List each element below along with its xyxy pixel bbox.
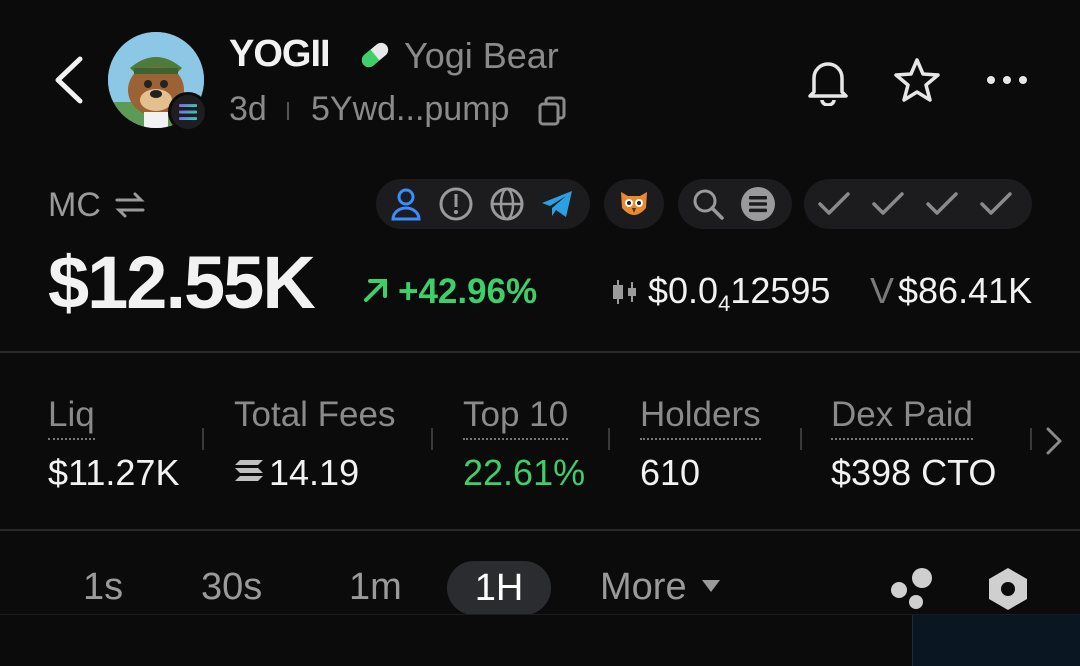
volume-label: V (870, 270, 895, 311)
social-links-chip (376, 179, 590, 229)
stat-value-dex-paid: $398 CTO (831, 452, 997, 493)
dev-icon[interactable] (388, 186, 424, 222)
swap-icon[interactable] (113, 190, 147, 220)
divider (431, 428, 433, 450)
warning-icon[interactable] (438, 186, 474, 222)
stats-next-button[interactable] (1044, 425, 1064, 457)
solana-coin-icon[interactable] (740, 186, 776, 222)
more-dots-icon (987, 76, 1027, 84)
chart-corner-panel (912, 615, 1080, 666)
settings-hex-icon (989, 568, 1027, 610)
price-zero-count: 4 (718, 291, 731, 317)
back-arrow-icon (55, 56, 83, 104)
divider (0, 351, 1080, 353)
stat-label-holders[interactable]: Holders (640, 395, 761, 440)
stat-label-liq[interactable]: Liq (48, 395, 95, 440)
stat-label-text: Liq (48, 395, 95, 440)
star-icon (894, 58, 940, 102)
divider (800, 428, 802, 450)
more-options-button[interactable] (984, 70, 1030, 90)
price-change: +42.96% (398, 272, 538, 311)
stat-label-top10[interactable]: Top 10 (463, 395, 569, 440)
stat-label-text: Top 10 (463, 395, 569, 440)
stat-value-total-fees: 14.19 (269, 452, 360, 493)
website-icon[interactable] (489, 186, 525, 222)
check-icon (980, 192, 1012, 215)
alert-button[interactable] (804, 56, 852, 107)
candle-icon (610, 278, 640, 306)
check-icon (872, 192, 904, 215)
stat-value-liq: $11.27K (48, 452, 180, 493)
divider (287, 102, 289, 120)
token-ticker: YOGII (229, 33, 331, 75)
bubble-map-icon (891, 568, 932, 609)
timeframe-more[interactable]: More (600, 566, 687, 609)
pill-icon (358, 40, 392, 70)
stat-label-total-fees: Total Fees (234, 395, 396, 434)
token-name: Yogi Bear (404, 35, 559, 76)
chevron-right-icon (1046, 427, 1062, 455)
contract-address[interactable]: 5Ywd...pump (311, 90, 509, 129)
stat-value-holders: 610 (640, 452, 701, 493)
bell-icon (808, 62, 848, 107)
check-icon (926, 192, 958, 215)
telegram-icon[interactable] (539, 186, 575, 222)
volume-value: $86.41K (898, 270, 1033, 311)
divider (0, 529, 1080, 531)
stat-value-top10: 22.61% (463, 452, 586, 493)
stat-label-text: Dex Paid (831, 395, 974, 440)
price-digits: 12595 (730, 270, 831, 311)
timeframe-1m[interactable]: 1m (349, 566, 402, 609)
token-price: $0.0412595 (648, 270, 830, 317)
divider (1030, 428, 1032, 450)
checks-chip (804, 179, 1032, 229)
stat-label-text: Holders (640, 395, 761, 440)
divider (608, 428, 610, 450)
solana-icon (179, 104, 197, 120)
solana-chain-badge (168, 92, 208, 132)
caret-down-icon[interactable] (700, 578, 722, 594)
token-age: 3d (229, 90, 267, 128)
bubble-map-button[interactable] (888, 566, 936, 612)
check-icon (818, 192, 850, 215)
arrow-up-right-icon (362, 276, 390, 304)
search-chip (678, 179, 792, 229)
market-cap-value: $12.55K (48, 241, 316, 324)
price-prefix: $0.0 (648, 270, 719, 311)
favorite-button[interactable] (892, 56, 942, 106)
timeframe-1h[interactable]: 1H (447, 561, 551, 615)
market-cap-label: MC (48, 186, 101, 224)
divider (202, 428, 204, 450)
owl-icon (621, 192, 647, 215)
chart-settings-button[interactable] (986, 566, 1030, 612)
token-screen: { "header": { "ticker": "YOGII", "name":… (0, 0, 1080, 666)
copy-icon[interactable] (538, 96, 566, 126)
back-button[interactable] (50, 55, 90, 105)
stat-label-dex-paid[interactable]: Dex Paid (831, 395, 974, 440)
search-icon[interactable] (690, 186, 726, 222)
solana-icon (234, 457, 264, 485)
timeframe-30s[interactable]: 30s (201, 566, 262, 609)
timeframe-1s[interactable]: 1s (83, 566, 123, 609)
owl-chip[interactable] (604, 179, 664, 229)
